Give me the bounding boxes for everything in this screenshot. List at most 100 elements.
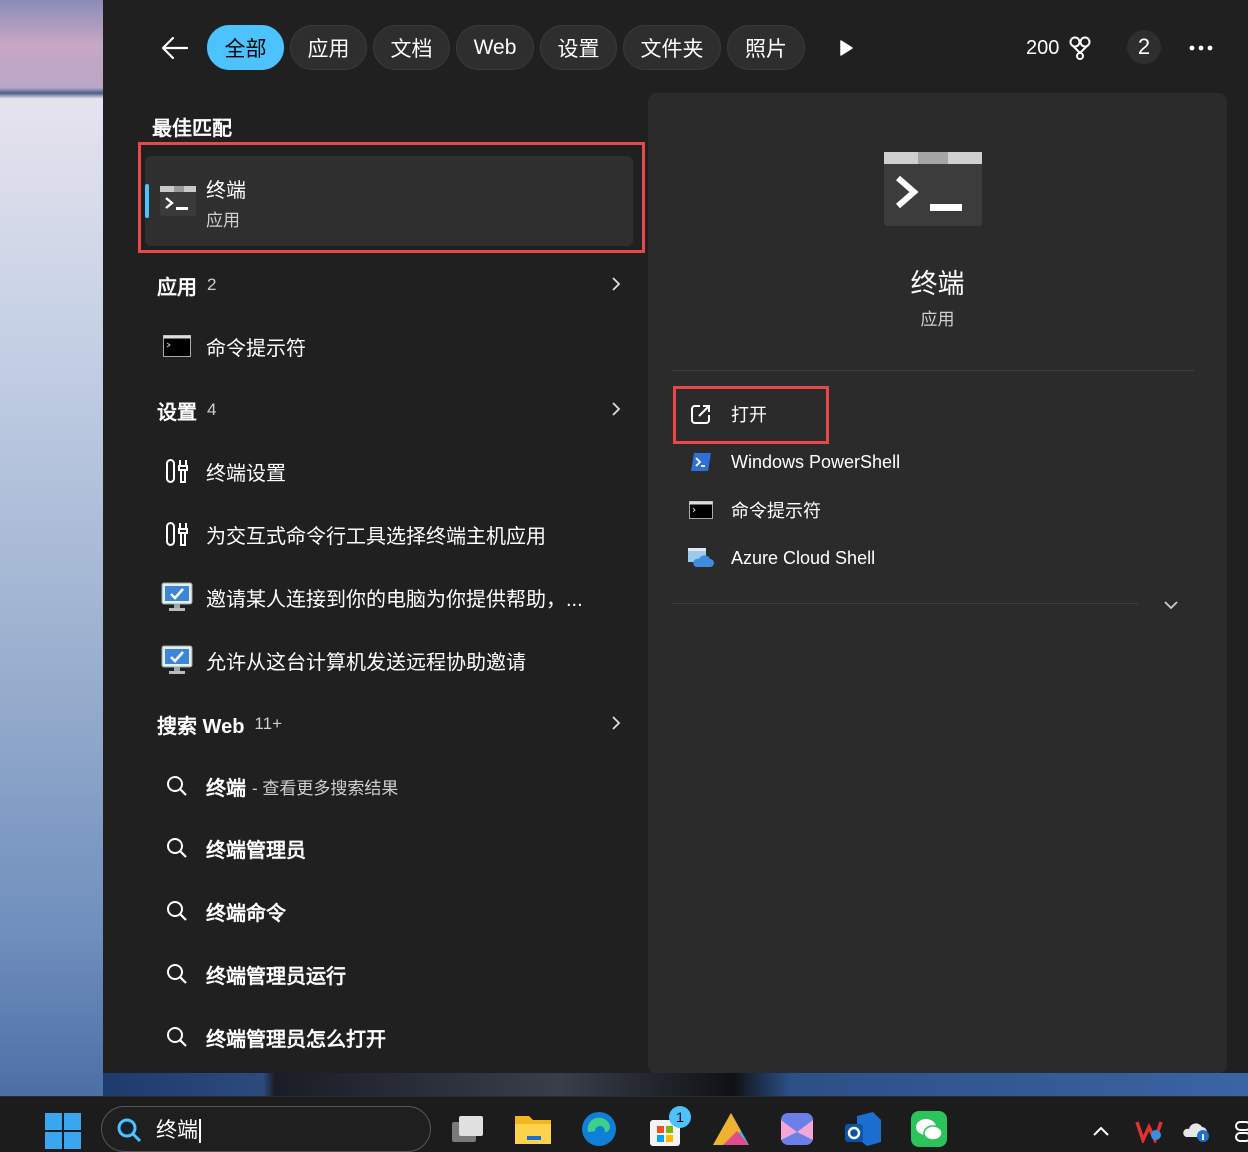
search-icon	[116, 1117, 142, 1148]
group-title: 搜索 Web	[157, 715, 245, 738]
rewards-trophy-icon	[1069, 36, 1091, 60]
more-horizontal-icon	[1189, 45, 1213, 51]
terminal-icon	[884, 152, 982, 231]
rewards-points-value: 200	[1026, 36, 1060, 59]
list-item[interactable]: 终端管理员运行	[155, 951, 625, 997]
web-suggestion-query: 终端管理员怎么打开	[206, 1028, 386, 1051]
photos-icon[interactable]	[776, 1108, 818, 1150]
list-item[interactable]: 邀请某人连接到你的电脑为你提供帮助，...	[155, 574, 625, 620]
group-header-apps[interactable]: 应用 2	[157, 270, 627, 300]
group-count: 4	[207, 400, 217, 419]
tab-folders[interactable]: 文件夹	[623, 25, 721, 70]
preview-pane	[648, 93, 1227, 1073]
command-prompt-icon	[686, 495, 716, 525]
divider	[672, 370, 1194, 371]
more-filters-button[interactable]	[832, 34, 860, 62]
list-item[interactable]: 终端命令	[155, 888, 625, 934]
chevron-right-icon	[612, 716, 621, 730]
highlight-box-open	[673, 386, 829, 444]
play-icon	[840, 40, 853, 56]
store-badge-count: 1	[676, 1109, 684, 1125]
web-suggestion-query: 终端	[206, 777, 246, 800]
back-button[interactable]	[156, 30, 194, 66]
chevron-right-icon	[612, 277, 621, 291]
list-item-label: 允许从这台计算机发送远程协助邀请	[206, 651, 526, 674]
action-label: 命令提示符	[731, 501, 821, 521]
powershell-icon	[686, 447, 716, 477]
web-suggestion-suffix: - 查看更多搜索结果	[252, 778, 399, 798]
remote-assistance-icon	[155, 574, 199, 620]
outlook-icon[interactable]	[842, 1108, 884, 1150]
start-button[interactable]	[44, 1112, 82, 1150]
list-item[interactable]: 允许从这台计算机发送远程协助邀请	[155, 637, 625, 683]
action-azure-cloud-shell[interactable]: Azure Cloud Shell	[686, 538, 875, 578]
task-view-icon[interactable]	[446, 1108, 488, 1150]
action-label: Azure Cloud Shell	[731, 547, 876, 568]
search-icon	[155, 763, 199, 809]
preview-title: 终端	[910, 269, 965, 299]
expand-button[interactable]	[1160, 596, 1182, 614]
command-prompt-icon	[155, 323, 199, 369]
web-suggestion-label: 终端	[206, 772, 246, 801]
chevron-right-icon	[612, 402, 621, 416]
list-item[interactable]: 终端 - 查看更多搜索结果	[155, 763, 625, 809]
web-suggestion-label: 终端管理员怎么打开	[206, 1023, 386, 1052]
taskbar-search-value: 终端	[156, 1114, 201, 1144]
list-item-label: 命令提示符	[206, 337, 306, 360]
text-caret	[199, 1119, 201, 1144]
tab-settings[interactable]: 设置	[540, 25, 617, 70]
web-suggestion-label: 终端管理员	[206, 834, 306, 863]
web-suggestion-query: 终端命令	[206, 902, 286, 925]
tab-documents[interactable]: 文档	[373, 25, 450, 70]
list-item[interactable]: 命令提示符	[155, 323, 625, 369]
chevron-up-icon	[1093, 1126, 1109, 1136]
file-explorer-icon[interactable]	[512, 1108, 554, 1150]
show-hidden-icons-button[interactable]	[1086, 1116, 1116, 1146]
notification-count-button[interactable]: 2	[1127, 30, 1161, 64]
web-suggestion-label: 终端命令	[206, 897, 286, 926]
list-item[interactable]: 终端管理员	[155, 825, 625, 871]
taskbar-search-input[interactable]	[101, 1106, 431, 1152]
action-label: Windows PowerShell	[731, 451, 901, 472]
chevron-down-icon	[1164, 601, 1178, 610]
search-icon	[155, 951, 199, 997]
group-header-settings[interactable]: 设置 4	[157, 395, 627, 425]
tab-apps[interactable]: 应用	[290, 25, 367, 70]
group-title: 设置	[157, 401, 197, 424]
settings-tool-icon	[155, 511, 199, 557]
onedrive-icon[interactable]	[1182, 1116, 1212, 1146]
group-count: 2	[207, 275, 217, 294]
action-windows-powershell[interactable]: Windows PowerShell	[686, 442, 900, 482]
list-item[interactable]: 为交互式命令行工具选择终端主机应用	[155, 511, 625, 557]
group-header-web[interactable]: 搜索 Web 11+	[157, 709, 627, 739]
wps-icon[interactable]	[1134, 1116, 1164, 1146]
arrow-left-icon	[161, 36, 189, 60]
action-command-prompt[interactable]: 命令提示符	[686, 490, 821, 530]
web-suggestion-label: 终端管理员运行	[206, 960, 346, 989]
edge-icon[interactable]	[578, 1108, 620, 1150]
divider	[672, 603, 1138, 604]
search-icon	[155, 1014, 199, 1060]
tab-all[interactable]: 全部	[207, 25, 284, 70]
list-item-label: 终端设置	[206, 462, 286, 485]
tab-photos[interactable]: 照片	[727, 25, 805, 70]
system-tray-icon[interactable]	[1230, 1116, 1248, 1146]
desktop-wallpaper-strip	[103, 1073, 1248, 1096]
notification-count: 2	[1137, 34, 1151, 59]
search-icon	[155, 825, 199, 871]
more-options-button[interactable]	[1186, 34, 1216, 62]
group-title: 应用	[157, 276, 197, 299]
web-suggestion-query: 终端管理员运行	[206, 965, 346, 988]
list-item[interactable]: 终端设置	[155, 448, 625, 494]
settings-tool-icon	[155, 448, 199, 494]
rewards-points[interactable]: 200	[1026, 34, 1093, 62]
remote-assistance-icon	[155, 637, 199, 683]
list-item-label: 邀请某人连接到你的电脑为你提供帮助，...	[206, 588, 583, 611]
copilot-icon[interactable]	[710, 1108, 752, 1150]
group-count: 11+	[254, 714, 282, 733]
wechat-icon[interactable]	[908, 1108, 950, 1150]
preview-subtitle: 应用	[920, 310, 955, 329]
best-match-heading: 最佳匹配	[152, 118, 232, 140]
list-item[interactable]: 终端管理员怎么打开	[155, 1014, 625, 1060]
tab-web[interactable]: Web	[456, 25, 534, 70]
